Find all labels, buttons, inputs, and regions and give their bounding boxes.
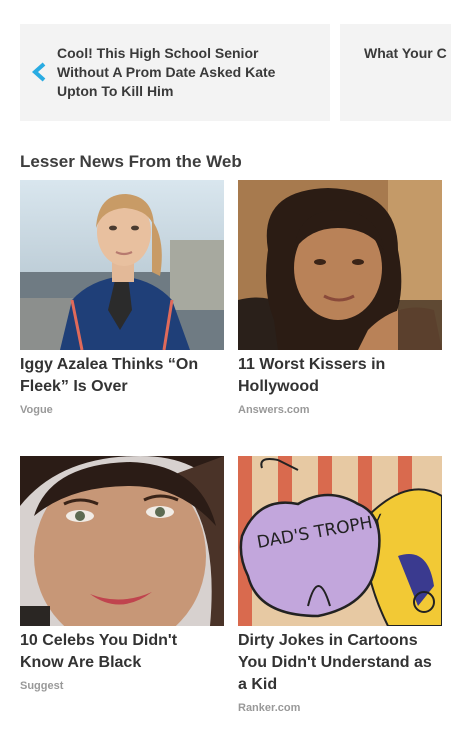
story-card[interactable]: DAD'S TROPHY Dirty Jokes in Cartoons You… bbox=[238, 456, 442, 715]
story-source: Ranker.com bbox=[238, 702, 301, 714]
story-headline[interactable]: Dirty Jokes in Cartoons You Didn't Under… bbox=[238, 630, 442, 696]
story-card[interactable]: Iggy Azalea Thinks “On Fleek” Is Over Vo… bbox=[20, 180, 224, 417]
chevron-left-icon[interactable] bbox=[30, 61, 50, 83]
page: Cool! This High School Senior Without A … bbox=[0, 0, 451, 739]
story-source: Suggest bbox=[20, 680, 64, 692]
next-article-card[interactable]: What Your C bbox=[340, 24, 451, 121]
previous-article-title: Cool! This High School Senior Without A … bbox=[57, 45, 276, 99]
next-article-title: What Your C bbox=[364, 45, 447, 61]
related-articles-carousel: Cool! This High School Senior Without A … bbox=[20, 24, 451, 121]
story-headline[interactable]: 10 Celebs You Didn't Know Are Black bbox=[20, 630, 224, 674]
story-thumbnail[interactable] bbox=[20, 456, 224, 626]
story-headline[interactable]: Iggy Azalea Thinks “On Fleek” Is Over bbox=[20, 354, 224, 398]
previous-article-card[interactable]: Cool! This High School Senior Without A … bbox=[20, 24, 330, 121]
story-thumbnail[interactable] bbox=[238, 180, 442, 350]
section-title: Lesser News From the Web bbox=[20, 152, 242, 171]
story-card[interactable]: 10 Celebs You Didn't Know Are Black Sugg… bbox=[20, 456, 224, 693]
story-headline[interactable]: 11 Worst Kissers in Hollywood bbox=[238, 354, 442, 398]
story-thumbnail[interactable] bbox=[20, 180, 224, 350]
story-source: Answers.com bbox=[238, 404, 310, 416]
story-source: Vogue bbox=[20, 404, 53, 416]
story-thumbnail[interactable]: DAD'S TROPHY bbox=[238, 456, 442, 626]
story-card[interactable]: 11 Worst Kissers in Hollywood Answers.co… bbox=[238, 180, 442, 417]
